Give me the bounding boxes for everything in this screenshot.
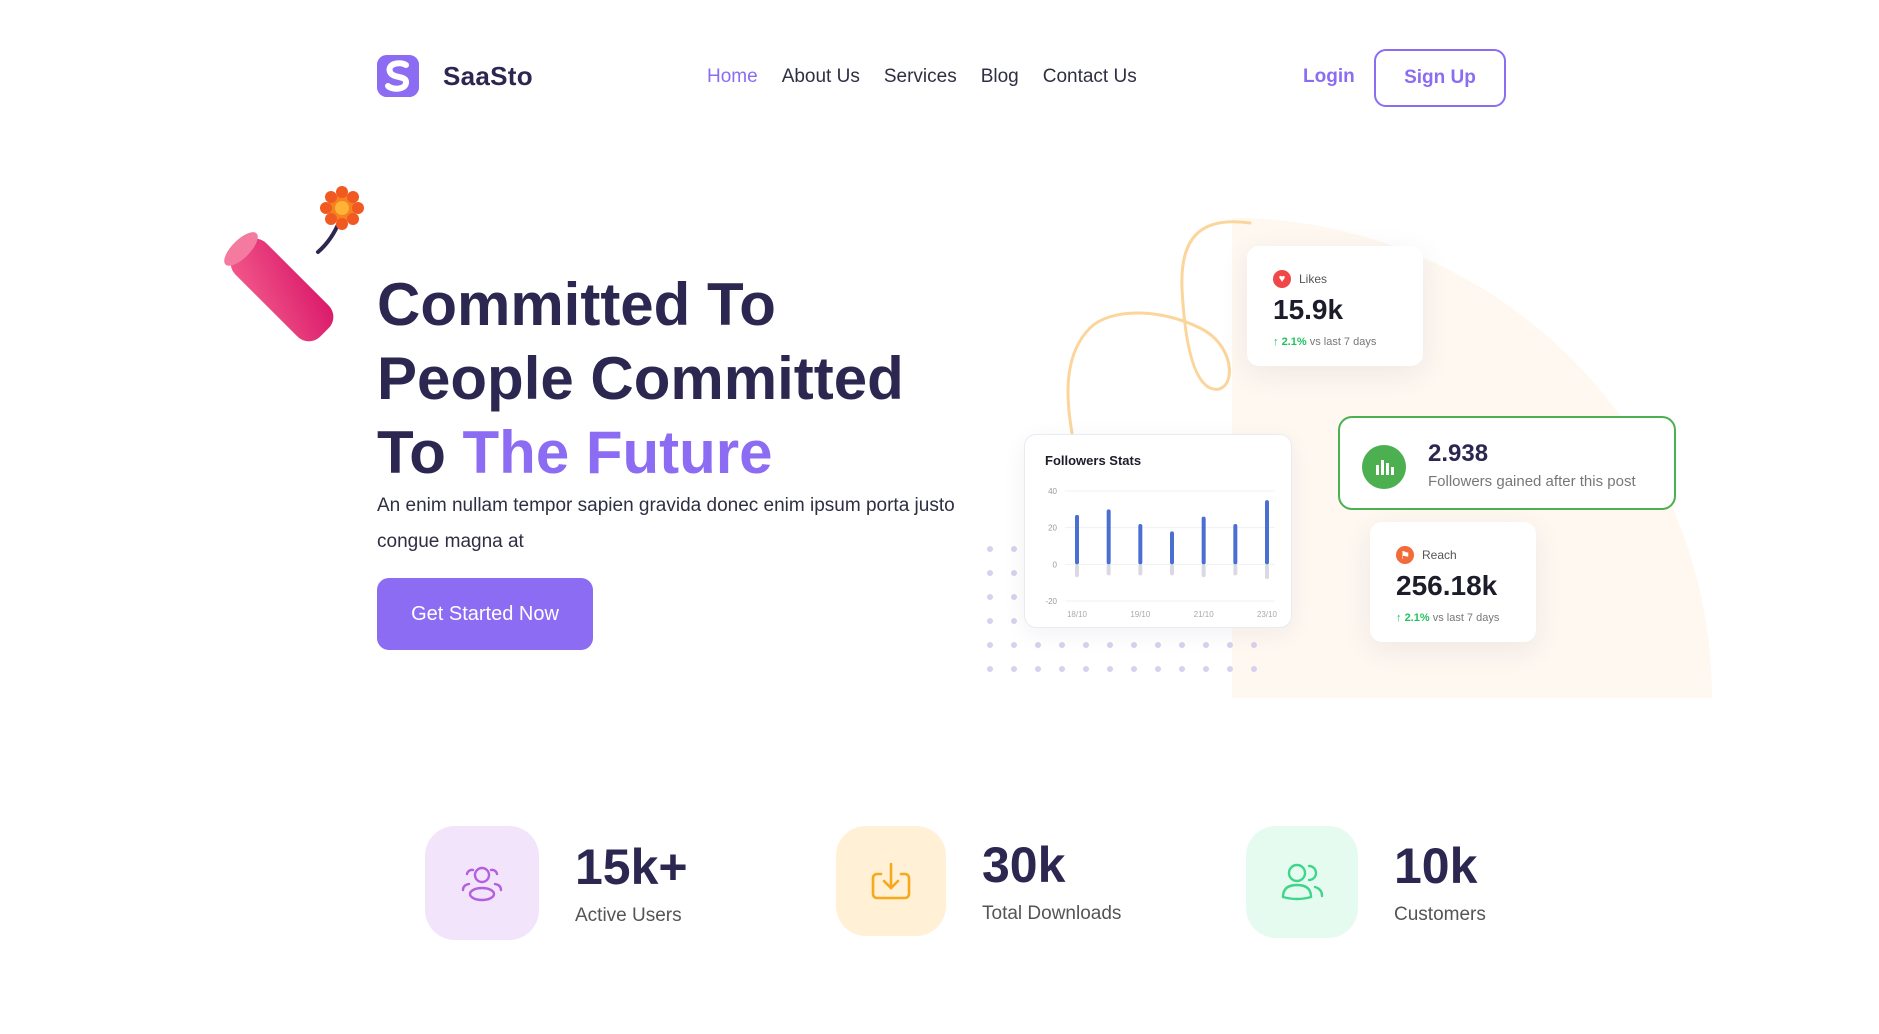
heart-icon: ♥ (1273, 270, 1291, 288)
arrow-up-icon: ↑ (1396, 612, 1402, 624)
stat-value: 15k+ (575, 839, 688, 895)
chart-bar-negative (1075, 564, 1079, 578)
chart-x-tick: 23/10 (1257, 610, 1278, 619)
stat-active-users: 15k+ Active Users (425, 826, 688, 940)
nav-blog[interactable]: Blog (981, 66, 1019, 88)
hero-title-line2: People Committed (377, 345, 904, 412)
flag-icon: ⚑ (1396, 546, 1414, 564)
nav-contact-us[interactable]: Contact Us (1043, 66, 1137, 88)
squiggle-line (1066, 220, 1252, 435)
chart-y-tick: 0 (1053, 560, 1058, 569)
reach-change: ↑ 2.1% vs last 7 days (1396, 612, 1499, 624)
reach-card: ⚑ Reach 256.18k ↑ 2.1% vs last 7 days (1370, 522, 1536, 642)
chart-y-tick: -20 (1045, 597, 1057, 606)
reach-value: 256.18k (1396, 570, 1498, 601)
nav-about-us[interactable]: About Us (782, 66, 860, 88)
likes-header: ♥ Likes (1273, 270, 1327, 288)
nav-home[interactable]: Home (707, 66, 758, 88)
brand-logo[interactable]: SaaSto (377, 55, 533, 97)
stat-label: Active Users (575, 905, 682, 926)
hero-title-line3: To (377, 419, 463, 486)
followers-stats-card: Followers Stats 40 20 0 -20 18/10 19/10 21/10 2… (1024, 434, 1292, 628)
hero-title-line1: Committed To (377, 271, 776, 338)
followers-gained-card: 2.938 Followers gained after this post (1338, 416, 1676, 510)
reach-label: Reach (1422, 548, 1457, 562)
hero-title: Committed To People Committed To The Fut… (377, 268, 977, 490)
chart-bar-negative (1265, 564, 1269, 579)
download-icon (836, 826, 946, 936)
chart-bar-negative (1201, 564, 1206, 578)
signup-button[interactable]: Sign Up (1374, 49, 1506, 107)
chart-x-tick: 21/10 (1194, 610, 1215, 619)
stat-label: Customers (1394, 904, 1486, 925)
likes-change: ↑ 2.1% vs last 7 days (1273, 336, 1376, 348)
users-icon (425, 826, 539, 940)
get-started-button[interactable]: Get Started Now (377, 578, 593, 650)
chart-y-tick: 20 (1048, 524, 1057, 533)
chart-bar (1233, 524, 1238, 565)
reach-change-text: vs last 7 days (1432, 612, 1500, 624)
followers-stats-title: Followers Stats (1045, 453, 1142, 468)
chart-bar (1170, 531, 1174, 565)
chart-x-tick: 19/10 (1130, 610, 1151, 619)
customers-icon (1246, 826, 1358, 938)
chart-bar-negative (1233, 564, 1238, 576)
logo-icon (377, 55, 419, 97)
chart-y-tick: 40 (1048, 487, 1057, 496)
followers-chart: 40 20 0 -20 18/10 19/10 21/10 23/10 (1045, 487, 1278, 619)
likes-value: 15.9k (1273, 294, 1344, 325)
hero-description: An enim nullam tempor sapien gravida don… (377, 495, 955, 552)
brand-name: SaaSto (443, 60, 533, 91)
chart-bar (1075, 514, 1079, 565)
chart-bar (1265, 500, 1269, 565)
stat-label: Total Downloads (982, 903, 1122, 924)
followers-gained-value: 2.938 (1428, 440, 1489, 467)
chart-bar-negative (1106, 564, 1111, 576)
chart-bar (1106, 509, 1111, 565)
stat-value: 30k (982, 837, 1066, 893)
stat-value: 10k (1394, 838, 1478, 894)
bar-chart-icon (1362, 445, 1406, 489)
arrow-up-icon: ↑ (1273, 336, 1279, 348)
hero-title-accent: The Future (462, 419, 773, 486)
chart-bar-negative (1138, 564, 1143, 576)
stat-total-downloads: 30k Total Downloads (836, 826, 1121, 936)
main-nav: Home About Us Services Blog Contact Us (707, 66, 1137, 88)
reach-header: ⚑ Reach (1396, 546, 1457, 564)
reach-change-value: 2.1% (1404, 612, 1430, 624)
likes-card: ♥ Likes 15.9k ↑ 2.1% vs last 7 days (1247, 246, 1423, 366)
nav-services[interactable]: Services (884, 66, 957, 88)
followers-gained-label: Followers gained after this post (1428, 473, 1636, 490)
likes-change-text: vs last 7 days (1309, 336, 1377, 348)
stat-customers: 10k Customers (1246, 826, 1486, 938)
chart-bar (1138, 524, 1143, 565)
login-link[interactable]: Login (1303, 66, 1355, 88)
chart-x-tick: 18/10 (1067, 610, 1088, 619)
likes-change-value: 2.1% (1281, 336, 1307, 348)
chart-bar (1201, 516, 1206, 565)
likes-label: Likes (1299, 272, 1328, 286)
firecracker-icon (222, 180, 372, 365)
chart-bar-negative (1170, 564, 1174, 576)
